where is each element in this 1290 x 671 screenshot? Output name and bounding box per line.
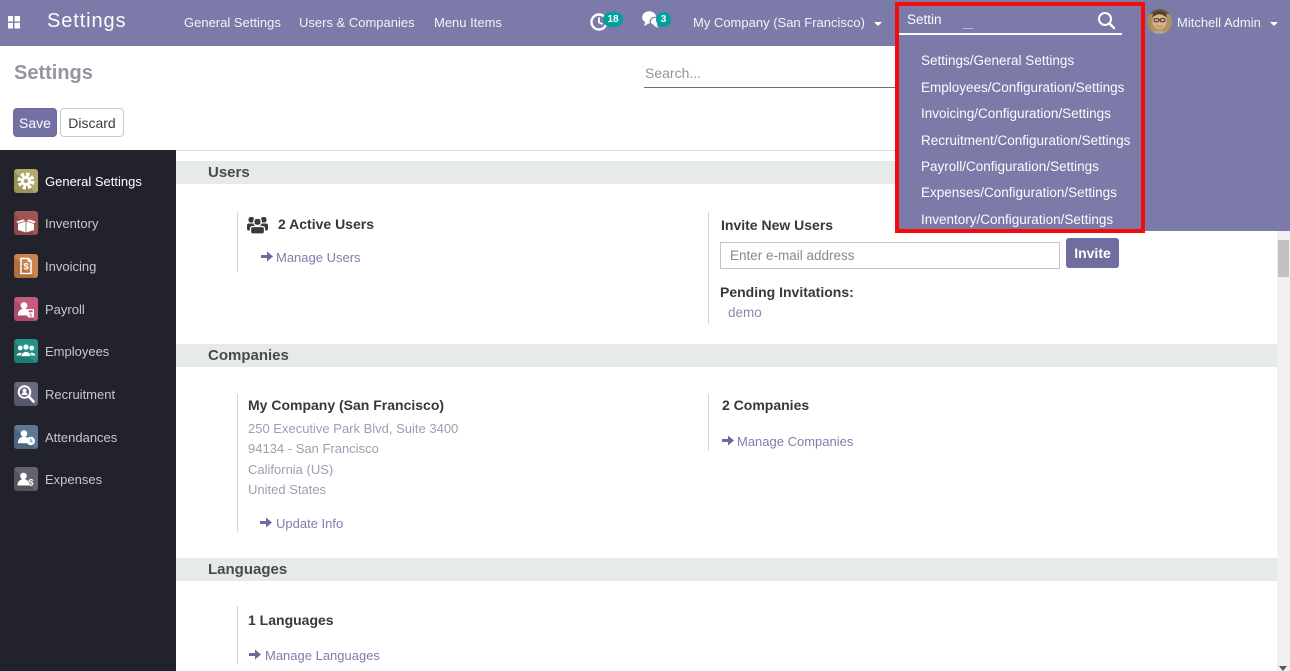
svg-text:$: $ xyxy=(23,261,29,272)
svg-text:$: $ xyxy=(30,312,33,317)
svg-text:$: $ xyxy=(28,478,33,488)
